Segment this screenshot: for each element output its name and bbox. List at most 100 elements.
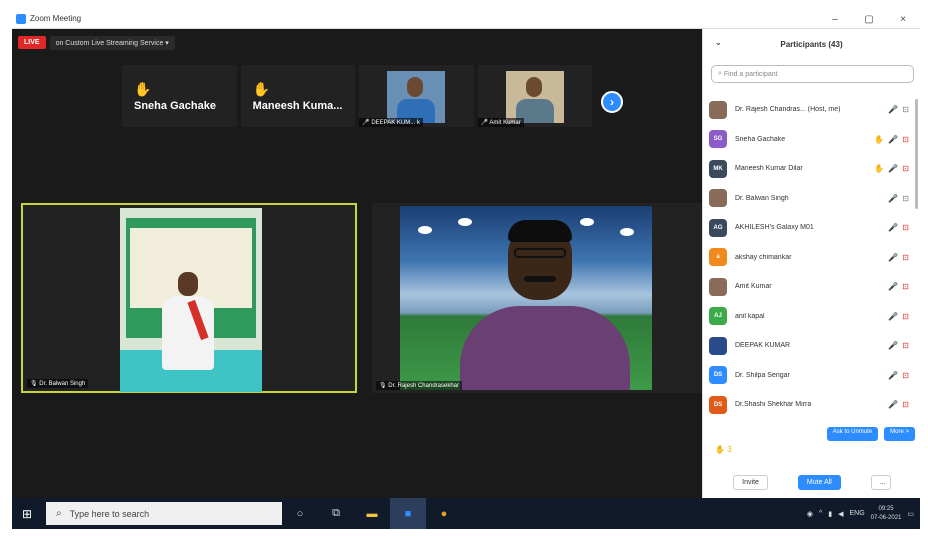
windows-taskbar: ⊞ ⌕ Type here to search ○ ⧉ ▬ ■ ● ◉ ^ ▮ … [12, 498, 920, 529]
cortana-icon[interactable]: ○ [282, 498, 318, 529]
participant-avatar: AG [709, 218, 727, 237]
video-name-text: Dr. Balwan Singh [39, 381, 86, 387]
participant-avatar: a [709, 248, 727, 267]
video-off-icon: ⊡ [902, 400, 909, 410]
network-icon[interactable]: ▮ [828, 510, 832, 518]
participant-avatar [709, 189, 727, 208]
participant-list: Dr. Rajesh Chandras... (Host, me) 🎤 ⊡ SG Sne… [709, 95, 909, 420]
chevron-down-icon: ▾ [165, 39, 169, 47]
participant-name: Sneha Gachake [735, 135, 786, 143]
mic-muted-icon: 🎤 [888, 134, 899, 144]
participants-title: Participants (43) [780, 39, 843, 49]
collapse-chevron-icon[interactable]: ⌄ [715, 38, 722, 47]
participant-name: akshay chimankar [735, 253, 792, 261]
notification-icon[interactable]: ▭ [907, 510, 914, 518]
chrome-icon[interactable]: ● [426, 498, 462, 529]
video-off-icon: ⊡ [902, 134, 909, 144]
clock-time: 09:25 [878, 505, 894, 512]
participants-header: ⌄ Participants (43) [703, 29, 920, 59]
minimize-button[interactable]: – [818, 9, 852, 29]
next-page-button[interactable]: › [601, 91, 623, 113]
taskbar-search-placeholder: Type here to search [69, 508, 150, 519]
video-name-label: 🎙 Dr. Balwan Singh [27, 379, 89, 388]
clock[interactable]: 09:25 07-06-2021 [871, 505, 902, 523]
zoom-taskbar-icon[interactable]: ■ [390, 498, 426, 529]
participant-name: anil kapal [735, 312, 765, 320]
mic-muted-icon: 🎤 [888, 223, 899, 233]
raised-hand-icon: ✋ [874, 164, 885, 174]
mic-icon: 🎤 [888, 193, 899, 203]
maximize-button[interactable]: ▢ [852, 9, 886, 29]
participant-row[interactable]: Dr. Rajesh Chandras... (Host, me) 🎤 ⊡ [709, 95, 909, 125]
tray-chevron-icon[interactable]: ^ [819, 510, 822, 517]
video-tile[interactable]: 🎙 Dr. Rajesh Chandrasekhar [372, 203, 702, 393]
participant-video [120, 208, 262, 392]
strip-tile-video[interactable]: 🎤 Amit Kumar [477, 65, 592, 127]
scrollbar[interactable] [915, 99, 918, 209]
video-icon: ⊡ [902, 193, 909, 203]
mic-icon: 🎙 [379, 383, 387, 389]
mic-muted-icon: 🎤 [888, 282, 899, 292]
windows-start-icon[interactable]: ⊞ [12, 498, 42, 529]
language-indicator[interactable]: ENG [850, 510, 865, 517]
participant-row[interactable]: AG AKHILESH's Galaxy M01 🎤 ⊡ [709, 213, 909, 243]
participant-row[interactable]: DEEPAK KUMAR 🎤 ⊡ [709, 331, 909, 361]
strip-tile-label: 🎤 DEEPAK KUM... k [359, 118, 423, 127]
participant-avatar: DS [709, 366, 727, 385]
strip-tile-name[interactable]: ✋ Maneesh Kuma... [240, 65, 356, 127]
participant-strip: ✋ Sneha Gachake ✋ Maneesh Kuma... 🎤 DEEP… [122, 65, 592, 127]
participant-name: Dr.Shashi Shekhar Mirra [735, 401, 812, 409]
participants-panel: ⌄ Participants (43) ⌕ Find a participant… [702, 29, 920, 498]
participant-row[interactable]: DS Dr. Shilpa Sengar 🎤 ⊡ [709, 361, 909, 391]
raised-hand-icon: ✋ [874, 134, 885, 144]
participant-name: Dr. Balwan Singh [735, 194, 789, 202]
participant-avatar [709, 100, 727, 119]
ask-to-unmute-button[interactable]: Ask to Unmute [826, 427, 879, 441]
participant-row[interactable]: AJ anil kapal 🎤 ⊡ [709, 302, 909, 332]
participant-name: Dr. Rajesh Chandras... (Host, me) [735, 106, 841, 114]
participants-footer: Invite Mute All ... [703, 475, 921, 490]
participant-name: Amit Kumar [735, 283, 772, 291]
mic-muted-icon: 🎤 [362, 120, 370, 126]
task-view-icon[interactable]: ⧉ [318, 498, 354, 529]
meeting-area: LIVE on Custom Live Streaming Service ▾ … [12, 29, 702, 498]
participant-video [387, 71, 446, 123]
participant-row[interactable]: a akshay chimankar 🎤 ⊡ [709, 243, 909, 273]
more-button[interactable]: More > [884, 427, 915, 441]
participant-video [400, 206, 652, 390]
close-button[interactable]: × [886, 9, 920, 29]
participant-row[interactable]: Dr. Balwan Singh 🎤 ⊡ [709, 184, 909, 214]
active-speaker-tile[interactable]: 🎙 Dr. Balwan Singh [21, 203, 357, 393]
search-icon: ⌕ [56, 508, 62, 519]
live-indicator[interactable]: LIVE on Custom Live Streaming Service ▾ [18, 35, 175, 50]
strip-tile-video[interactable]: 🎤 DEEPAK KUM... k [359, 65, 474, 127]
mute-all-button[interactable]: Mute All [797, 475, 841, 490]
volume-icon[interactable]: ◀ [838, 510, 843, 518]
mic-muted-icon: 🎤 [888, 400, 899, 410]
video-off-icon: ⊡ [902, 164, 909, 174]
participant-avatar [709, 277, 727, 296]
video-off-icon: ⊡ [902, 311, 909, 321]
participant-row[interactable]: DS Dr.Shashi Shekhar Mirra 🎤 ⊡ [709, 390, 909, 420]
video-off-icon: ⊡ [902, 370, 909, 380]
video-name-text: Dr. Rajesh Chandrasekhar [388, 383, 459, 389]
invite-button[interactable]: Invite [733, 475, 768, 490]
participant-row[interactable]: SG Sneha Gachake ✋ 🎤 ⊡ [709, 125, 909, 155]
strip-tile-name[interactable]: ✋ Sneha Gachake [122, 65, 237, 127]
participant-row[interactable]: MK Maneesh Kumar Dilar ✋ 🎤 ⊡ [709, 154, 909, 184]
tray-app-icon[interactable]: ◉ [807, 510, 813, 518]
participant-name: DEEPAK KUMAR [735, 342, 791, 350]
mic-muted-icon: 🎤 [888, 164, 899, 174]
participant-row[interactable]: Amit Kumar 🎤 ⊡ [709, 272, 909, 302]
participant-search-input[interactable]: ⌕ Find a participant [711, 65, 914, 83]
search-placeholder: Find a participant [723, 70, 778, 78]
strip-tile-label-text: Amit Kumar [489, 120, 521, 126]
participant-avatar: DS [709, 395, 727, 414]
taskbar-search-input[interactable]: ⌕ Type here to search [46, 502, 282, 525]
zoom-logo-icon [16, 13, 26, 24]
file-explorer-icon[interactable]: ▬ [354, 498, 390, 529]
stream-service-label[interactable]: on Custom Live Streaming Service ▾ [49, 35, 175, 50]
raised-hands-count: ✋ 3 [715, 445, 732, 454]
more-options-button[interactable]: ... [870, 475, 891, 490]
video-off-icon: ⊡ [902, 252, 909, 262]
